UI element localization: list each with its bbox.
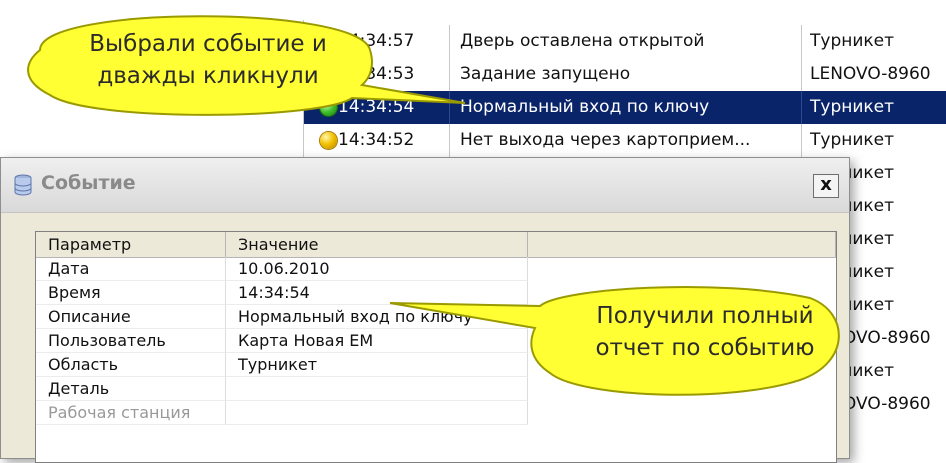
column-header-empty[interactable] xyxy=(528,232,836,257)
log-description: Нормальный вход по ключу xyxy=(460,97,710,117)
log-source: LENOVO-8960 xyxy=(810,64,931,84)
column-header-parameter[interactable]: Параметр xyxy=(36,232,226,257)
callout-line: отчет по событию xyxy=(595,335,815,361)
close-icon: x xyxy=(820,174,832,195)
log-description: Задание запущено xyxy=(460,64,631,84)
callout-text: Получили полный отчет по событию xyxy=(580,300,830,364)
param-name: Описание xyxy=(36,305,226,329)
param-name: Область xyxy=(36,353,226,377)
grid-header: Параметр Значение xyxy=(36,232,836,258)
log-source: Турникет xyxy=(810,97,895,117)
callout-text: Выбрали событие и дважды кликнули xyxy=(58,28,358,92)
database-icon xyxy=(11,173,35,197)
callout-line: Выбрали событие и xyxy=(89,31,327,57)
param-name: Пользователь xyxy=(36,329,226,353)
dialog-title: Событие xyxy=(41,172,136,194)
column-header-value[interactable]: Значение xyxy=(226,232,528,257)
param-name: Деталь xyxy=(36,377,226,401)
param-name: Рабочая станция xyxy=(36,401,226,425)
param-name: Время xyxy=(36,281,226,305)
log-description: Нет выхода через картоприем... xyxy=(460,130,751,150)
log-source: Турникет xyxy=(810,31,895,51)
param-name: Дата xyxy=(36,257,226,281)
log-description: Дверь оставлена открытой xyxy=(460,31,705,51)
callout-selected-event: Выбрали событие и дважды кликнули xyxy=(0,0,470,140)
dialog-titlebar[interactable]: Событие x xyxy=(1,158,849,213)
callout-line: Получили полный xyxy=(596,303,814,329)
callout-line: дважды кликнули xyxy=(97,63,319,89)
callout-full-report: Получили полный отчет по событию xyxy=(370,268,850,408)
close-button[interactable]: x xyxy=(813,174,839,198)
log-source: Турникет xyxy=(810,130,895,150)
